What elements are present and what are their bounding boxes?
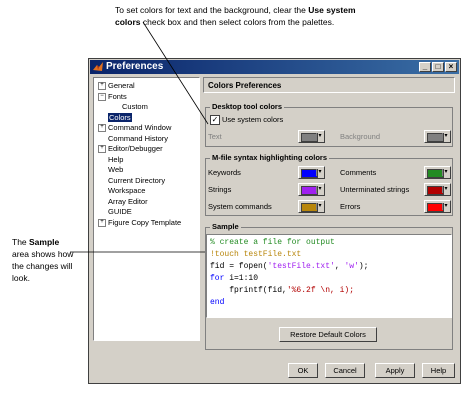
top-callout-leader (142, 21, 209, 125)
callout-leader-lines (70, 21, 209, 253)
